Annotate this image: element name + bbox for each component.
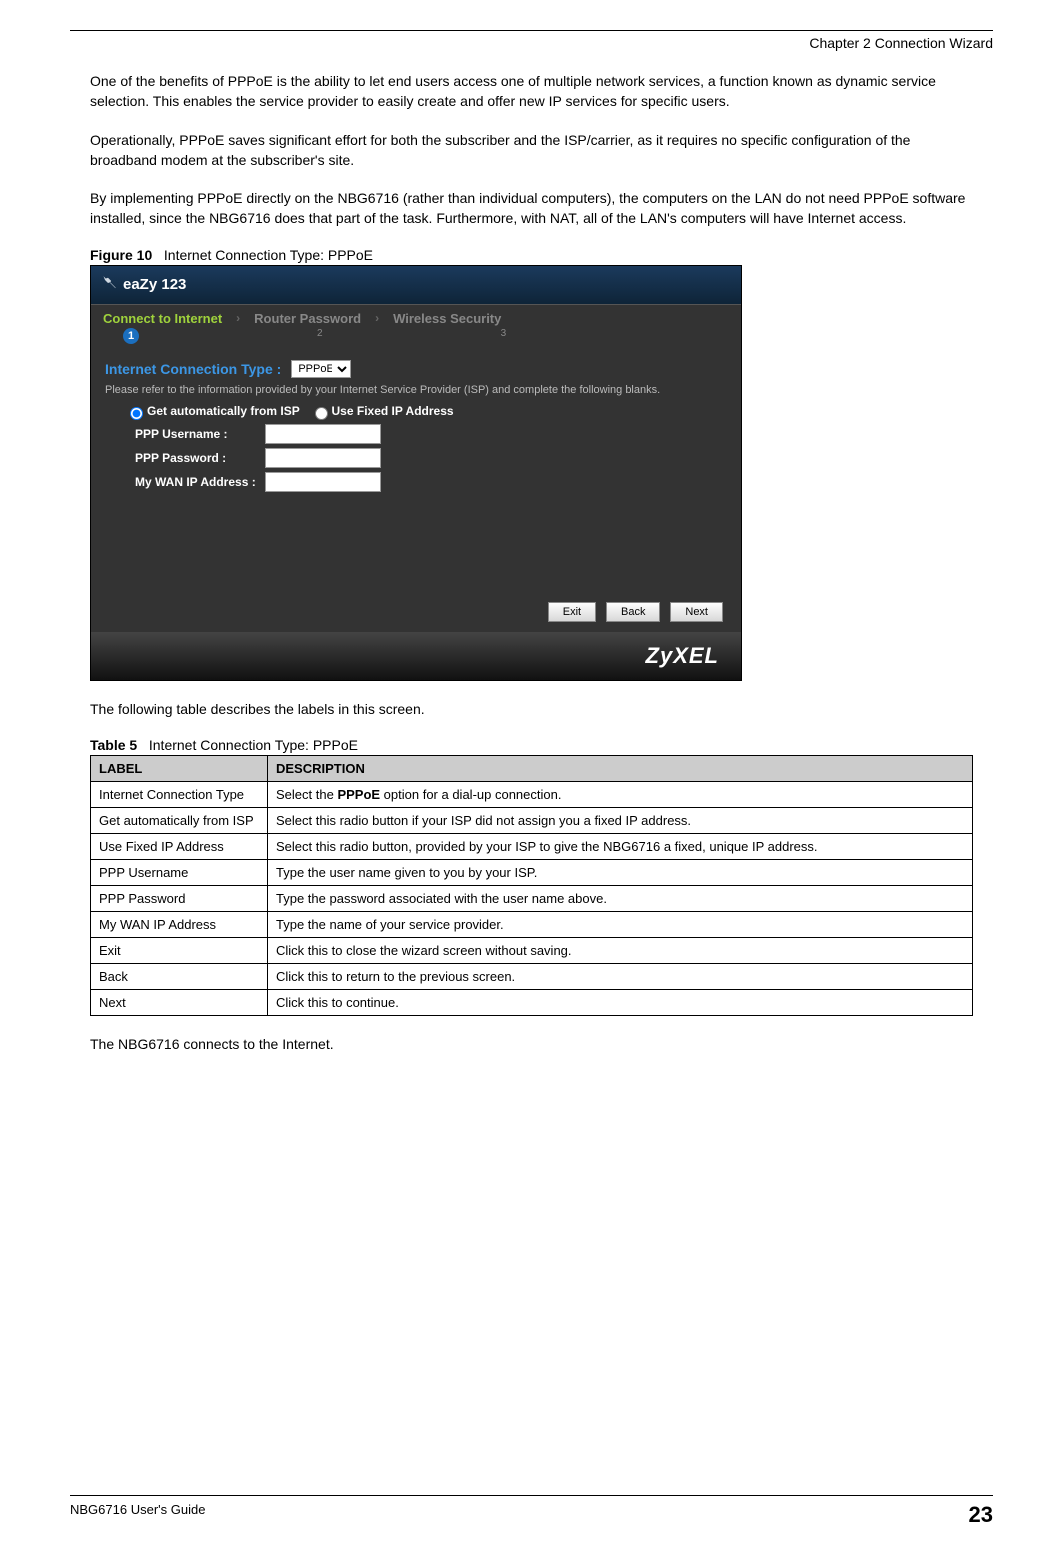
window-titlebar: eaZy 123 [91, 266, 741, 305]
footer-guide: NBG6716 User's Guide [70, 1502, 205, 1528]
chevron-right-icon: › [375, 311, 379, 325]
step-number-1: 1 [123, 328, 139, 344]
ppp-password-label: PPP Password : [135, 451, 265, 465]
table-title: Internet Connection Type: PPPoE [149, 737, 358, 753]
figure-number: Figure 10 [90, 247, 152, 263]
table-row: NextClick this to continue. [91, 990, 973, 1016]
wizard-window: eaZy 123 Connect to Internet › Router Pa… [90, 265, 742, 681]
table-row: BackClick this to return to the previous… [91, 964, 973, 990]
connection-type-label: Internet Connection Type : [105, 361, 281, 377]
table-row: PPP PasswordType the password associated… [91, 886, 973, 912]
wizard-breadcrumb: Connect to Internet › Router Password › … [91, 305, 741, 328]
exit-button[interactable]: Exit [548, 602, 596, 622]
paragraph: Operationally, PPPoE saves significant e… [70, 130, 993, 171]
paragraph: By implementing PPPoE directly on the NB… [70, 188, 993, 229]
back-button[interactable]: Back [606, 602, 660, 622]
step-number-3: 3 [501, 328, 507, 344]
wan-ip-input[interactable] [265, 472, 381, 492]
step-numbers: 1 2 3 [91, 328, 741, 348]
description-table: LABEL DESCRIPTION Internet Connection Ty… [90, 755, 973, 1016]
step-number-2: 2 [317, 328, 323, 344]
table-row: Internet Connection Type Select the PPPo… [91, 782, 973, 808]
table-row: My WAN IP AddressType the name of your s… [91, 912, 973, 938]
figure-title: Internet Connection Type: PPPoE [164, 247, 373, 263]
window-title: eaZy 123 [123, 276, 186, 293]
step-wireless-security: Wireless Security [393, 311, 501, 326]
table-row: Get automatically from ISPSelect this ra… [91, 808, 973, 834]
table-row: PPP UsernameType the user name given to … [91, 860, 973, 886]
chapter-title: Chapter 2 Connection Wizard [70, 31, 993, 71]
brand-logo: ZyXEL [91, 632, 741, 680]
ppp-username-input[interactable] [265, 424, 381, 444]
paragraph: The NBG6716 connects to the Internet. [70, 1034, 993, 1054]
paragraph: One of the benefits of PPPoE is the abil… [70, 71, 993, 112]
isp-hint: Please refer to the information provided… [105, 384, 727, 396]
connection-type-select[interactable]: PPPoE [291, 360, 351, 378]
radio-fixed-ip[interactable]: Use Fixed IP Address [310, 404, 454, 418]
table-row: ExitClick this to close the wizard scree… [91, 938, 973, 964]
paragraph: The following table describes the labels… [70, 699, 993, 719]
wan-ip-label: My WAN IP Address : [135, 475, 265, 489]
page-number: 23 [969, 1502, 993, 1528]
chevron-right-icon: › [236, 311, 240, 325]
table-row: Use Fixed IP AddressSelect this radio bu… [91, 834, 973, 860]
radio-auto-isp[interactable]: Get automatically from ISP [125, 404, 300, 418]
ppp-username-label: PPP Username : [135, 427, 265, 441]
step-connect: Connect to Internet [103, 311, 222, 326]
ppp-password-input[interactable] [265, 448, 381, 468]
next-button[interactable]: Next [670, 602, 723, 622]
col-description: DESCRIPTION [268, 756, 973, 782]
wrench-icon [99, 274, 123, 296]
table-number: Table 5 [90, 737, 137, 753]
col-label: LABEL [91, 756, 268, 782]
step-router-password: Router Password [254, 311, 361, 326]
